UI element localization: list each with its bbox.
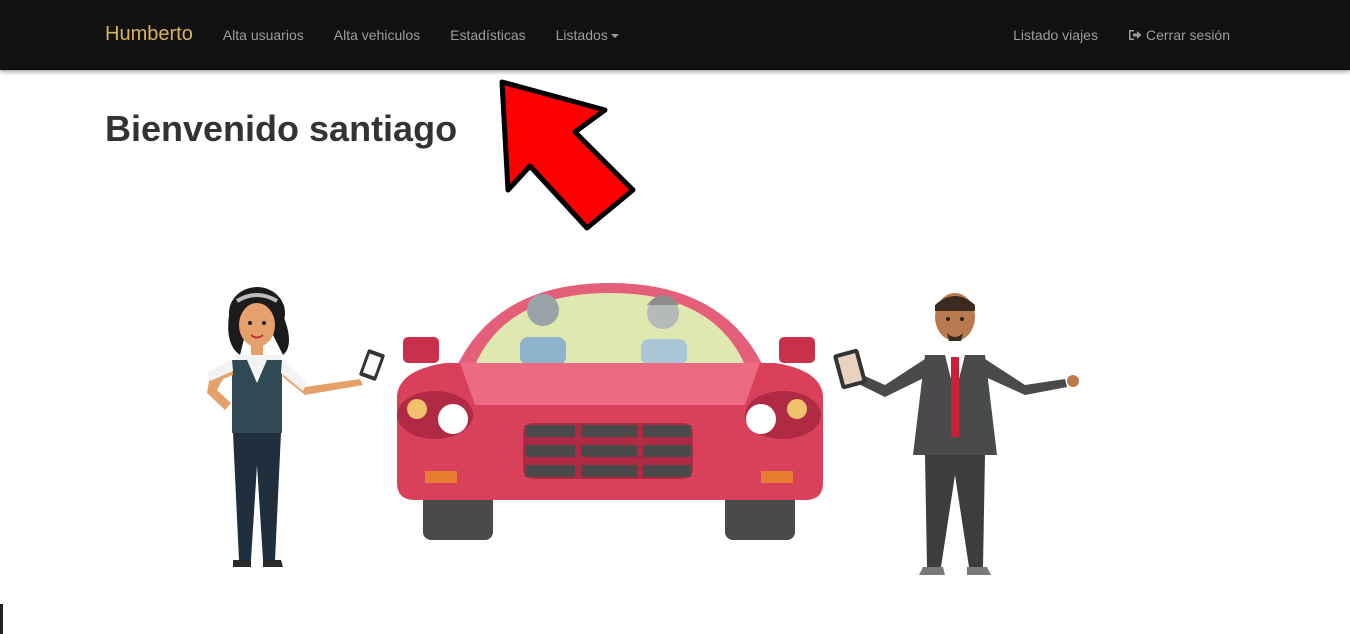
carpool-illustration [207, 283, 1079, 575]
nav-item-listado-viajes[interactable]: Listado viajes [1013, 27, 1098, 43]
nav-item-estadisticas[interactable]: Estadísticas [450, 27, 525, 43]
nav-item-listados-label: Listados [555, 26, 608, 43]
nav-item-alta-vehiculos[interactable]: Alta vehiculos [334, 27, 420, 43]
logout-icon [1128, 29, 1142, 40]
red-arrow-annotation [499, 79, 636, 231]
woman-figure [207, 287, 385, 567]
navbar-right: Listado viajes Cerrar sesión [1013, 27, 1230, 43]
car-figure [397, 283, 823, 540]
nav-item-cerrar-sesion-label: Cerrar sesión [1145, 26, 1230, 43]
navbar-container: Humberto Alta usuarios Alta vehiculos Es… [105, 0, 1230, 69]
top-navbar: Humberto Alta usuarios Alta vehiculos Es… [0, 0, 1350, 70]
nav-item-cerrar-sesion[interactable]: Cerrar sesión [1128, 27, 1230, 43]
page-title: Bienvenido santiago [105, 108, 458, 149]
caret-down-icon [610, 33, 619, 38]
nav-item-listados-dropdown[interactable]: Listados [556, 27, 619, 43]
left-edge-marker [0, 604, 3, 634]
man-figure [833, 293, 1079, 575]
nav-item-alta-usuarios[interactable]: Alta usuarios [223, 27, 304, 43]
brand-link[interactable]: Humberto [105, 23, 193, 46]
